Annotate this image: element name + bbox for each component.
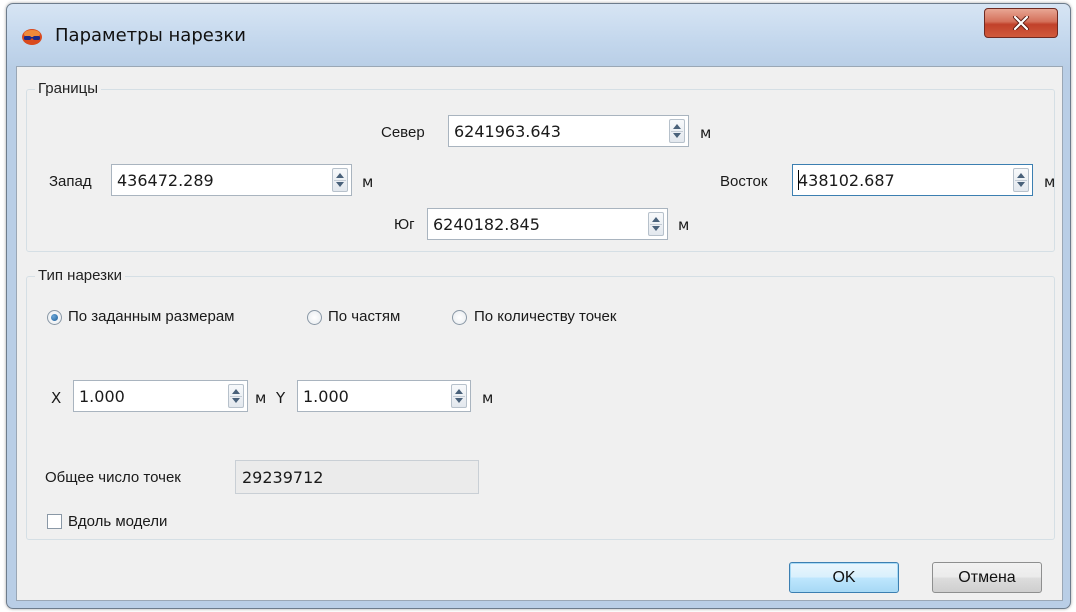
radio-by-parts[interactable]: [307, 310, 322, 325]
south-label: Юг: [394, 216, 415, 233]
north-value: 6241963.643: [454, 122, 561, 141]
along-model-checkbox[interactable]: [47, 514, 62, 529]
x-unit: м: [255, 389, 267, 407]
east-input[interactable]: 438102.687: [792, 164, 1033, 196]
total-points-label: Общее число точек: [45, 469, 181, 486]
slicing-group-title: Тип нарезки: [35, 267, 125, 284]
east-unit: м: [1044, 173, 1056, 191]
north-label: Север: [381, 124, 425, 141]
east-value: 438102.687: [798, 171, 895, 190]
x-value: 1.000: [79, 387, 125, 406]
y-value: 1.000: [303, 387, 349, 406]
ok-button[interactable]: OK: [789, 562, 899, 593]
south-spin-arrows[interactable]: [648, 212, 664, 236]
x-spin-arrows[interactable]: [228, 384, 244, 408]
x-input[interactable]: 1.000: [73, 380, 248, 412]
dialog-window: Параметры нарезки Границы Север 6241963.…: [6, 3, 1071, 609]
y-label: Y: [276, 389, 286, 407]
close-icon: [1013, 16, 1029, 30]
south-input[interactable]: 6240182.845: [427, 208, 668, 240]
west-value: 436472.289: [117, 171, 214, 190]
app-logo-icon: [22, 29, 42, 45]
east-spin-arrows[interactable]: [1013, 168, 1029, 192]
bounds-group-title: Границы: [35, 80, 101, 97]
west-spin-arrows[interactable]: [332, 168, 348, 192]
north-spin-arrows[interactable]: [669, 119, 685, 143]
y-input[interactable]: 1.000: [297, 380, 471, 412]
radio-by-parts-label[interactable]: По частям: [328, 308, 400, 325]
radio-by-size[interactable]: [47, 310, 62, 325]
cancel-button[interactable]: Отмена: [932, 562, 1042, 593]
along-model-label[interactable]: Вдоль модели: [68, 513, 167, 530]
south-value: 6240182.845: [433, 215, 540, 234]
west-input[interactable]: 436472.289: [111, 164, 352, 196]
radio-by-points-label[interactable]: По количеству точек: [474, 308, 616, 325]
y-spin-arrows[interactable]: [451, 384, 467, 408]
total-points-value: 29239712: [242, 468, 324, 487]
radio-selected-dot: [51, 314, 58, 321]
radio-by-size-label[interactable]: По заданным размерам: [68, 308, 234, 325]
west-unit: м: [362, 173, 374, 191]
south-unit: м: [678, 216, 690, 234]
dialog-body: Границы Север 6241963.643 м Запад 436472…: [16, 66, 1063, 601]
window-title: Параметры нарезки: [55, 25, 246, 46]
close-button[interactable]: [984, 8, 1058, 38]
radio-by-points[interactable]: [452, 310, 467, 325]
east-label: Восток: [720, 173, 768, 190]
north-unit: м: [700, 124, 712, 142]
y-unit: м: [482, 389, 494, 407]
title-bar[interactable]: Параметры нарезки: [7, 4, 1070, 66]
north-input[interactable]: 6241963.643: [448, 115, 689, 147]
west-label: Запад: [49, 173, 92, 190]
x-label: X: [51, 389, 62, 407]
total-points-field: 29239712: [235, 460, 479, 494]
